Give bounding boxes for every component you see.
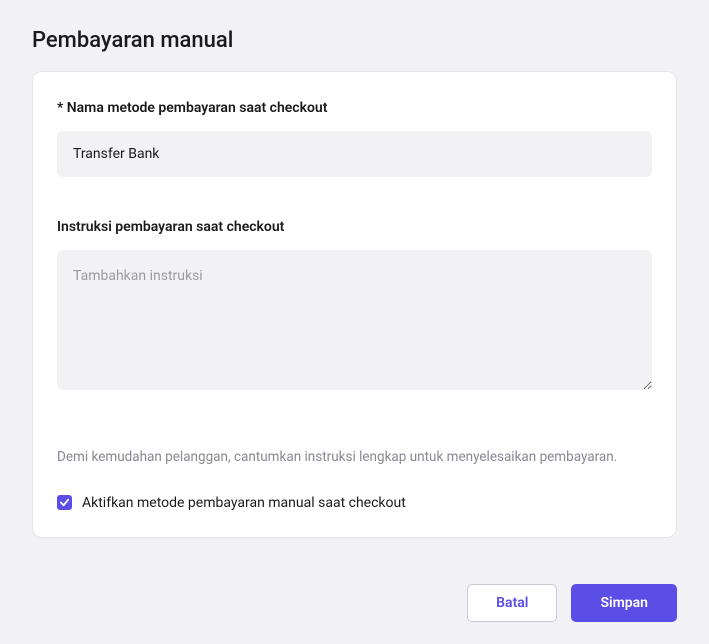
enable-checkbox-label: Aktifkan metode pembayaran manual saat c… bbox=[82, 495, 406, 511]
enable-checkbox-row: Aktifkan metode pembayaran manual saat c… bbox=[57, 495, 652, 511]
page-title: Pembayaran manual bbox=[0, 0, 709, 71]
enable-checkbox[interactable] bbox=[57, 495, 72, 510]
form-card: * Nama metode pembayaran saat checkout I… bbox=[32, 71, 677, 538]
save-button[interactable]: Simpan bbox=[571, 584, 677, 622]
payment-name-label: * Nama metode pembayaran saat checkout bbox=[57, 100, 652, 116]
payment-name-input[interactable] bbox=[57, 131, 652, 177]
instructions-label: Instruksi pembayaran saat checkout bbox=[57, 219, 652, 235]
instructions-group: Instruksi pembayaran saat checkout bbox=[57, 219, 652, 394]
instructions-textarea[interactable] bbox=[57, 250, 652, 390]
helper-text: Demi kemudahan pelanggan, cantumkan inst… bbox=[57, 448, 652, 467]
footer-actions: Batal Simpan bbox=[0, 538, 709, 622]
check-icon bbox=[59, 497, 70, 508]
payment-name-group: * Nama metode pembayaran saat checkout bbox=[57, 100, 652, 177]
cancel-button[interactable]: Batal bbox=[467, 584, 557, 622]
